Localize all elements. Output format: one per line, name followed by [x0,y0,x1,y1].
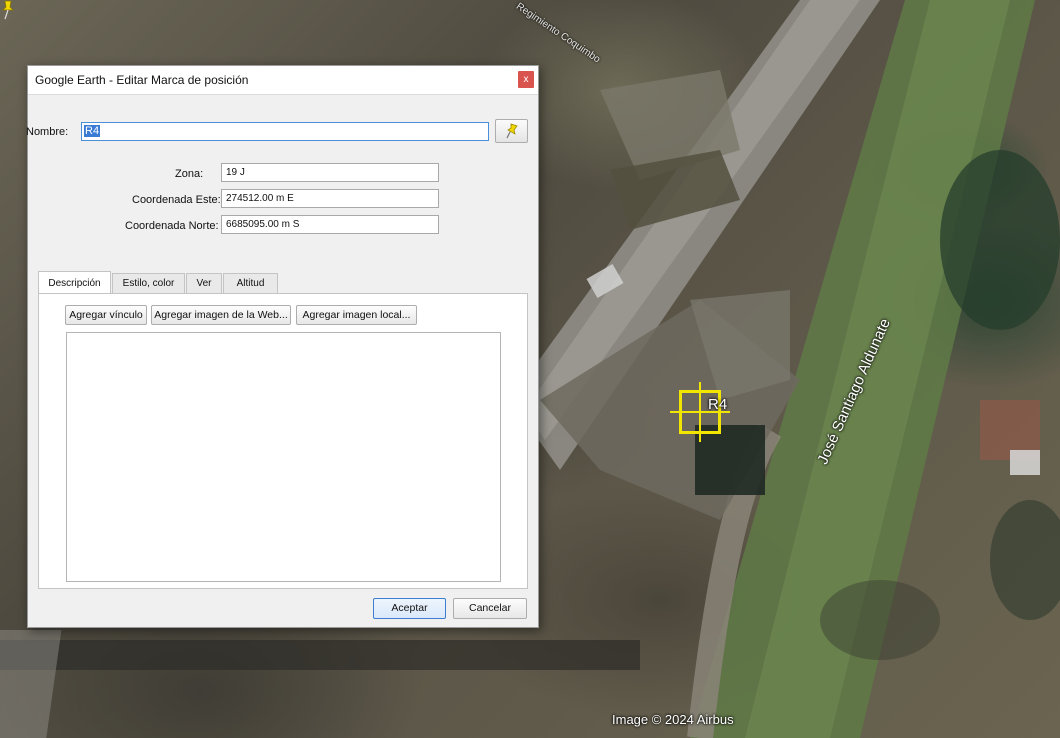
dialog-titlebar[interactable]: Google Earth - Editar Marca de posición … [28,66,538,95]
tab-ver[interactable]: Ver [186,273,222,293]
tab-estilo-color[interactable]: Estilo, color [112,273,185,293]
edit-placemark-dialog: Google Earth - Editar Marca de posición … [26,65,539,628]
cancel-button[interactable]: Cancelar [453,598,527,619]
zona-label: Zona: [175,168,204,180]
description-tab-panel: Agregar vínculo Agregar imagen de la Web… [38,293,528,589]
tab-altitud[interactable]: Altitud [223,273,278,293]
ok-button[interactable]: Aceptar [373,598,446,619]
name-input[interactable]: R4 [81,122,489,141]
norte-label: Coordenada Norte: [125,220,219,232]
imagery-attribution: Image © 2024 Airbus [612,712,734,727]
name-label: Nombre: [26,126,69,138]
este-field[interactable]: 274512.00 m E [221,189,439,208]
placemark-label: R4 [708,396,728,413]
tab-descripcion[interactable]: Descripción [38,271,111,294]
norte-field[interactable]: 6685095.00 m S [221,215,439,234]
dialog-title: Google Earth - Editar Marca de posición [35,73,249,87]
name-input-value: R4 [84,125,101,137]
pushpin-icon[interactable] [0,0,16,20]
description-textarea[interactable] [66,332,501,582]
zona-field[interactable]: 19 J [221,163,439,182]
este-label: Coordenada Este: [132,194,221,206]
add-web-image-button[interactable]: Agregar imagen de la Web... [151,305,291,325]
close-button[interactable]: x [518,71,534,88]
pushpin-icon [506,123,518,139]
add-link-button[interactable]: Agregar vínculo [65,305,147,325]
placemark-icon-button[interactable] [495,119,528,143]
close-icon: x [523,74,529,85]
add-local-image-button[interactable]: Agregar imagen local... [296,305,417,325]
